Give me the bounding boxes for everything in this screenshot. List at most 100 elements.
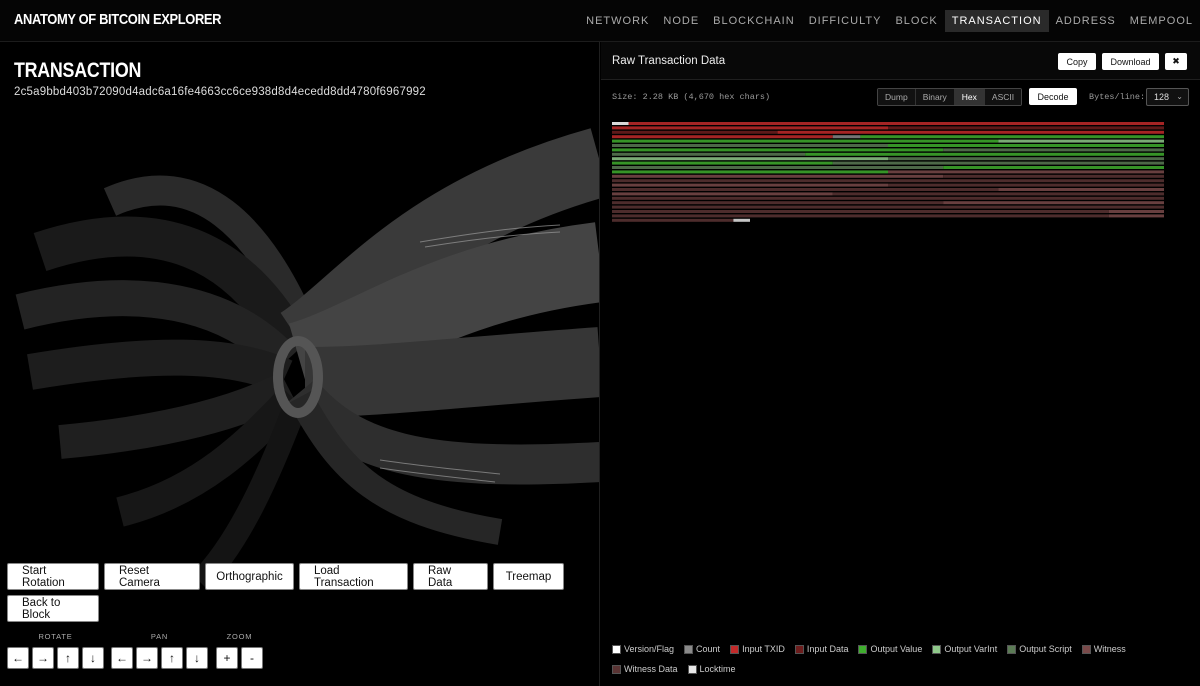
reset-camera-button[interactable]: Reset Camera [104, 563, 200, 590]
legend-label: Output Value [870, 644, 923, 654]
legend-item: Locktime [687, 664, 736, 674]
nav-transaction[interactable]: TRANSACTION [944, 10, 1049, 32]
raw-data-panel: Raw Transaction Data Copy Download ✖ Siz… [601, 42, 1200, 686]
hex-segment [888, 183, 1164, 187]
legend-label: Count [696, 644, 721, 654]
hex-segment [612, 188, 999, 191]
hex-segment [998, 188, 1164, 191]
decode-button[interactable]: Decode [1029, 88, 1077, 105]
view-dump-tab[interactable]: Dump [878, 89, 916, 105]
nav-address[interactable]: ADDRESS [1049, 10, 1123, 32]
pan-down-button[interactable]: ↓ [186, 647, 208, 669]
nav-block[interactable]: BLOCK [888, 10, 944, 32]
hex-segment [612, 139, 999, 143]
transaction-hash: 2c5a9bbd403b72090d4adc6a16fe4663cc6ce938… [14, 86, 426, 98]
pan-up-button[interactable]: ↑ [161, 647, 183, 669]
orthographic-button[interactable]: Orthographic [205, 563, 294, 590]
hex-legend: Version/Flag Count Input TXID Input Data Out… [612, 644, 1192, 674]
pan-left-button[interactable]: ← [111, 647, 133, 669]
hex-dump[interactable] [612, 122, 1190, 642]
legend-label: Version/Flag [624, 644, 675, 654]
hex-segment [612, 174, 944, 178]
legend-label: Output Script [1019, 644, 1072, 654]
hex-segment [612, 214, 1109, 218]
raw-panel-header: Raw Transaction Data Copy Download ✖ [601, 42, 1200, 80]
hex-segment [612, 144, 888, 147]
bytes-per-line-value: 128 [1154, 92, 1170, 102]
rotate-right-button[interactable]: → [32, 647, 54, 669]
download-button[interactable]: Download [1102, 53, 1159, 70]
hex-segment [612, 210, 1109, 213]
zoom-out-button[interactable]: - [241, 647, 263, 669]
legend-swatch [687, 664, 697, 674]
treemap-button[interactable]: Treemap [493, 563, 564, 590]
rotate-up-button[interactable]: ↑ [57, 647, 79, 669]
hex-segment [943, 174, 1164, 178]
start-rotation-button[interactable]: Start Rotation [7, 563, 99, 590]
nav-mempool[interactable]: MEMPOOL [1123, 10, 1200, 32]
legend-label: Locktime [699, 664, 736, 674]
hex-segment [1108, 214, 1164, 218]
legend-label: Input TXID [742, 644, 785, 654]
hex-segment [628, 122, 1164, 125]
hex-segment [612, 179, 1164, 183]
legend-item: Version/Flag [612, 644, 674, 654]
legend-item: Input Data [794, 644, 848, 654]
raw-panel-title: Raw Transaction Data [612, 55, 726, 67]
bytes-per-line-select[interactable]: 128 ⌄ [1146, 88, 1189, 106]
hex-segment [860, 135, 1164, 139]
raw-panel-toolbar: Size: 2.28 KB (4,670 hex chars) Dump Bin… [601, 82, 1200, 114]
rotate-label: ROTATE [38, 632, 73, 641]
hex-segment [943, 166, 1164, 169]
copy-button[interactable]: Copy [1058, 53, 1096, 70]
load-transaction-button[interactable]: Load Transaction [299, 563, 408, 590]
hex-segment [777, 130, 1164, 134]
hex-segment [612, 192, 833, 196]
app-logo[interactable]: ANATOMY OF BITCOIN EXPLORER [14, 11, 222, 28]
hex-segment [612, 130, 778, 134]
rotate-controls: ROTATE ← → ↑ ↓ [7, 632, 104, 669]
hex-segment [1108, 210, 1164, 213]
nav-node[interactable]: NODE [656, 10, 706, 32]
legend-item: Output VarInt [932, 644, 997, 654]
visualization-panel: TRANSACTION 2c5a9bbd403b72090d4adc6a16fe… [0, 42, 600, 686]
hex-segment [943, 201, 1164, 205]
legend-swatch [858, 644, 868, 654]
legend-swatch [1081, 644, 1091, 654]
legend-label: Witness [1093, 644, 1126, 654]
legend-label: Output VarInt [944, 644, 998, 654]
nav-blockchain[interactable]: BLOCKCHAIN [706, 10, 802, 32]
back-to-block-button[interactable]: Back to Block [7, 595, 99, 622]
rotate-left-button[interactable]: ← [7, 647, 29, 669]
pan-label: PAN [150, 632, 169, 641]
pan-right-button[interactable]: → [136, 647, 158, 669]
view-ascii-tab[interactable]: ASCII [984, 89, 1022, 105]
zoom-in-button[interactable]: + [216, 647, 238, 669]
hex-segment [612, 148, 944, 152]
legend-label: Witness Data [624, 664, 678, 674]
main-nav: NETWORK NODE BLOCKCHAIN DIFFICULTY BLOCK TRAN… [579, 10, 1200, 32]
view-hex-tab[interactable]: Hex [954, 89, 985, 105]
chevron-down-icon: ⌄ [1176, 92, 1183, 101]
size-info: Size: 2.28 KB (4,670 hex chars) [612, 92, 771, 102]
legend-item: Witness [1081, 644, 1126, 654]
legend-swatch [612, 644, 621, 654]
rotate-down-button[interactable]: ↓ [82, 647, 104, 669]
view-binary-tab[interactable]: Binary [915, 89, 955, 105]
legend-swatch [932, 644, 942, 654]
nav-difficulty[interactable]: DIFFICULTY [802, 10, 889, 32]
hex-segment [612, 161, 833, 165]
raw-data-button[interactable]: Raw Data [413, 563, 488, 590]
legend-swatch [794, 644, 804, 654]
view-mode-switch: Dump Binary Hex ASCII [877, 88, 1023, 106]
hex-segment [832, 192, 1164, 196]
legend-item: Witness Data [612, 664, 678, 674]
hex-segment [612, 152, 806, 156]
zoom-label: ZOOM [226, 632, 253, 641]
hex-segment [612, 170, 888, 174]
hex-segment [888, 157, 1164, 161]
bytes-per-line-label: Bytes/line: [1089, 92, 1146, 102]
close-icon[interactable]: ✖ [1165, 53, 1187, 70]
hex-segment [612, 218, 734, 222]
nav-network[interactable]: NETWORK [579, 10, 656, 32]
